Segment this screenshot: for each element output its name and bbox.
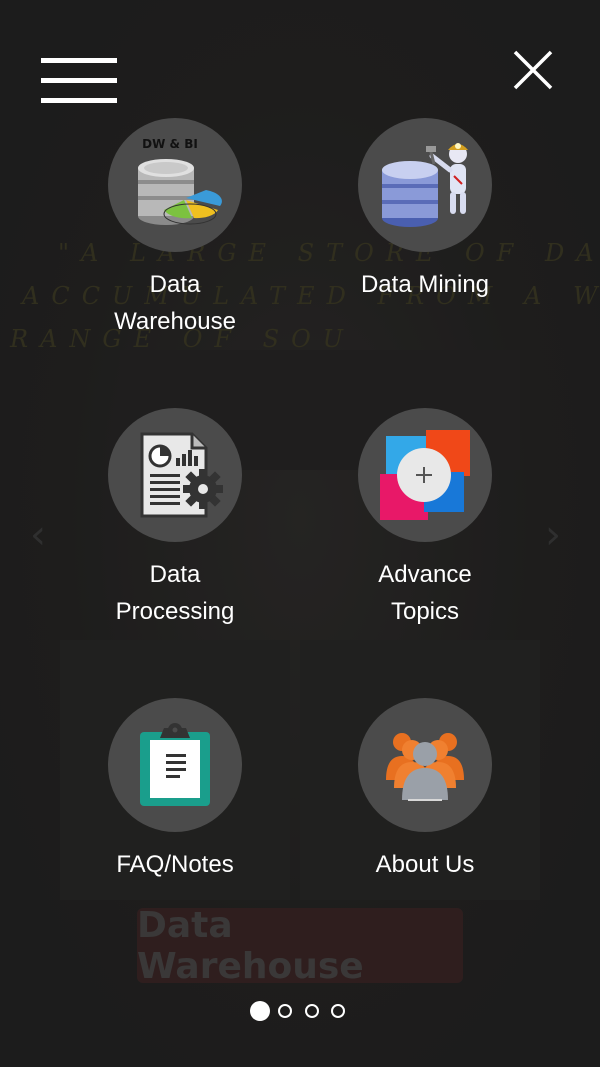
menu-item-label-line: Data Mining (360, 271, 490, 298)
menu-item-label: Advance Topics (325, 556, 525, 630)
menu-item-label-line: Topics (390, 598, 460, 625)
menu-item-label-line: FAQ/Notes (116, 851, 234, 878)
menu-item-faq-notes[interactable]: FAQ/Notes (75, 698, 275, 883)
menu-item-label-line: Advance (378, 561, 472, 588)
menu-item-about-us[interactable]: About Us (325, 698, 525, 883)
dw-bi-badge: DW & BI (142, 137, 198, 151)
people-group-icon (358, 698, 492, 832)
menu-item-label: About Us (325, 846, 525, 883)
app-screen: "A LARGE STORE OF DATA ACCUMULATED FROM … (0, 0, 600, 1067)
menu-item-data-warehouse[interactable]: DW & BI Data Warehouse (75, 118, 275, 340)
close-icon[interactable] (513, 50, 553, 90)
menu-item-label: Data Warehouse (75, 266, 275, 340)
page-dot[interactable] (278, 1004, 292, 1018)
menu-item-data-processing[interactable]: Data Processing (75, 408, 275, 630)
menu-item-advance-topics[interactable]: Advance Topics (325, 408, 525, 630)
menu-item-label-line: Data (149, 561, 201, 588)
menu-item-label-line: Processing (115, 598, 235, 625)
hamburger-icon[interactable] (41, 56, 117, 106)
page-dot-active[interactable] (250, 1001, 270, 1021)
menu-item-label: FAQ/Notes (75, 846, 275, 883)
menu-item-label: Data Processing (75, 556, 275, 630)
menu-item-label-line: Warehouse (114, 308, 236, 335)
document-gear-icon (108, 408, 242, 542)
menu-item-label-line: About Us (375, 851, 475, 878)
database-miner-icon (358, 118, 492, 252)
pagination-dots (250, 1001, 350, 1024)
menu-item-label: Data Mining (325, 266, 525, 303)
page-dot[interactable] (305, 1004, 319, 1018)
page-dot[interactable] (331, 1004, 345, 1018)
database-chart-icon: DW & BI (108, 118, 242, 252)
menu-item-label-line: Data (149, 271, 201, 298)
plus-tiles-icon (358, 408, 492, 542)
clipboard-icon (108, 698, 242, 832)
menu-item-data-mining[interactable]: Data Mining (325, 118, 525, 303)
